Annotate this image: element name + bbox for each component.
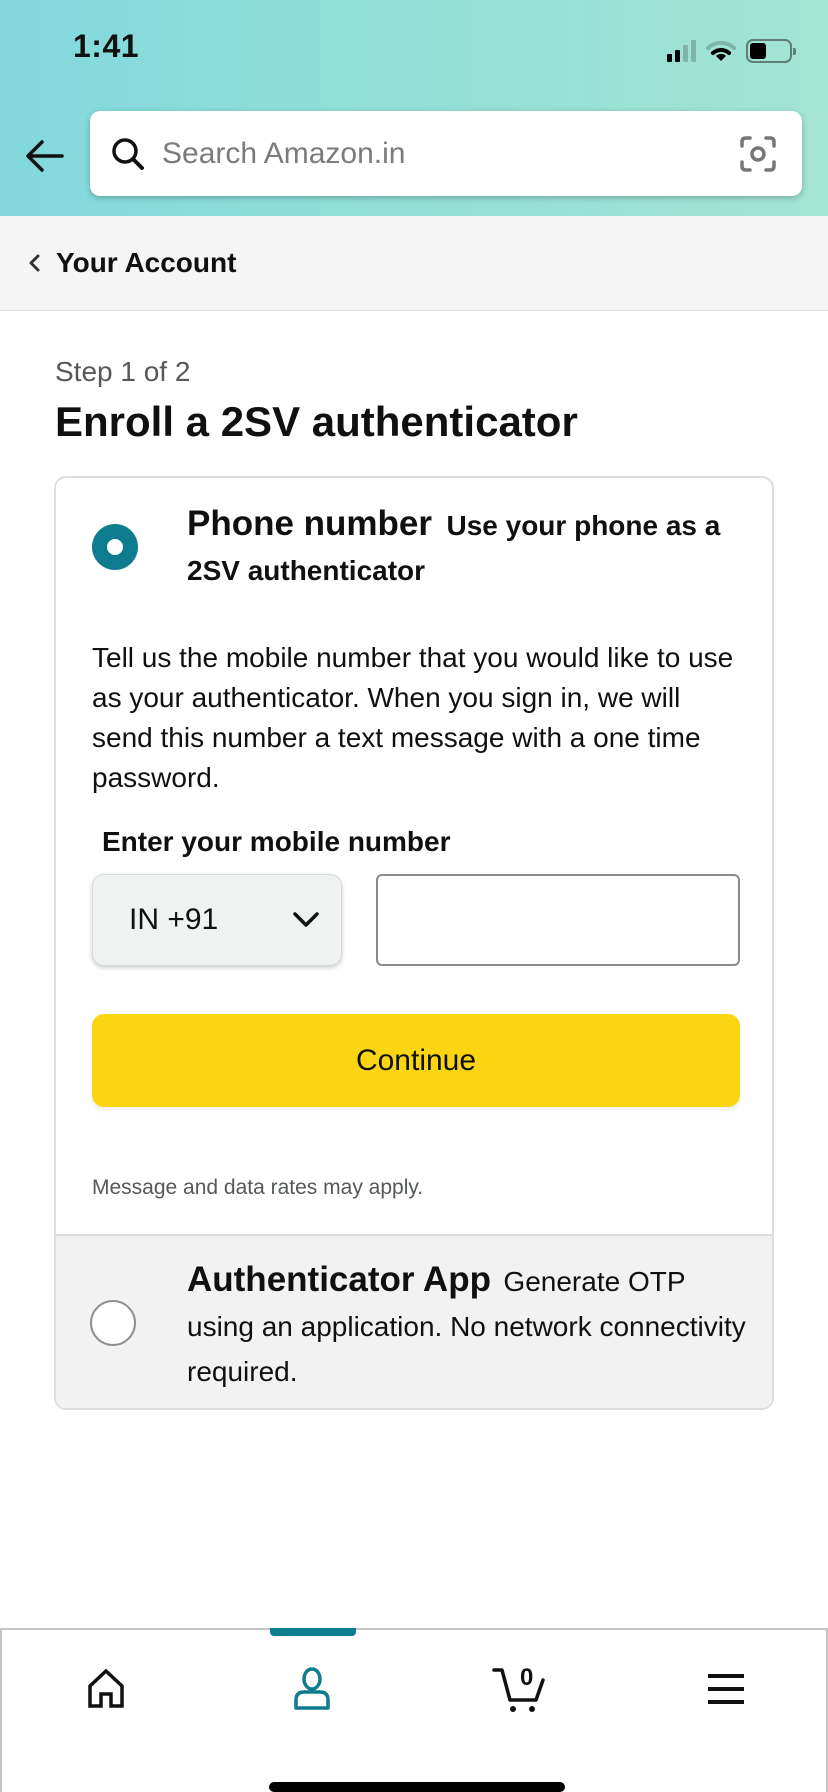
country-code-select[interactable]: IN +91 (92, 874, 342, 966)
camera-scan-icon[interactable] (738, 134, 778, 174)
option-authenticator-app[interactable]: Authenticator App Generate OTP using an … (56, 1234, 772, 1408)
chevron-left-icon (29, 254, 40, 272)
option-title: Phone number (187, 504, 433, 543)
option-phone-header[interactable]: Phone number Use your phone as a 2SV aut… (187, 504, 747, 596)
option-app-header[interactable]: Authenticator App Generate OTP using an … (187, 1260, 747, 1397)
hamburger-menu-icon (708, 1674, 744, 1704)
app-header: 1:41 (0, 0, 828, 216)
option-description: Tell us the mobile number that you would… (92, 642, 734, 793)
home-indicator (269, 1782, 565, 1792)
radio-phone-number[interactable] (92, 524, 138, 570)
breadcrumb[interactable]: Your Account (0, 216, 828, 311)
option-phone-number: Phone number Use your phone as a 2SV aut… (56, 478, 772, 1234)
country-code-value: IN +91 (129, 903, 219, 936)
continue-button[interactable]: Continue (92, 1014, 740, 1107)
step-indicator: Step 1 of 2 (55, 356, 191, 387)
active-tab-indicator (270, 1628, 356, 1636)
radio-authenticator-app[interactable] (90, 1300, 136, 1346)
search-input[interactable] (162, 123, 738, 184)
rates-note: Message and data rates may apply. (92, 1176, 424, 1199)
mobile-number-input[interactable] (376, 874, 740, 966)
cellular-signal-icon (667, 40, 696, 62)
arrow-left-icon[interactable] (22, 136, 66, 176)
breadcrumb-your-account[interactable]: Your Account (56, 247, 236, 279)
authenticator-options-card: Phone number Use your phone as a 2SV aut… (54, 476, 774, 1410)
battery-icon (746, 39, 796, 63)
bottom-nav: 0 (0, 1628, 828, 1792)
chevron-down-icon (293, 912, 319, 927)
home-icon (88, 1668, 124, 1708)
search-bar[interactable] (90, 111, 802, 196)
nav-cart[interactable]: 0 (480, 1654, 560, 1724)
user-icon (294, 1667, 330, 1710)
status-time: 1:41 (73, 28, 140, 64)
wifi-icon (706, 40, 736, 61)
page-title: Enroll a 2SV authenticator (55, 398, 578, 445)
cart-count: 0 (520, 1664, 534, 1691)
nav-menu[interactable] (686, 1654, 766, 1724)
search-icon[interactable] (108, 134, 148, 174)
nav-home[interactable] (66, 1654, 146, 1724)
option-title: Authenticator App (187, 1260, 491, 1299)
nav-account[interactable] (272, 1654, 352, 1724)
status-icons (667, 36, 796, 66)
mobile-number-label: Enter your mobile number (102, 826, 451, 857)
